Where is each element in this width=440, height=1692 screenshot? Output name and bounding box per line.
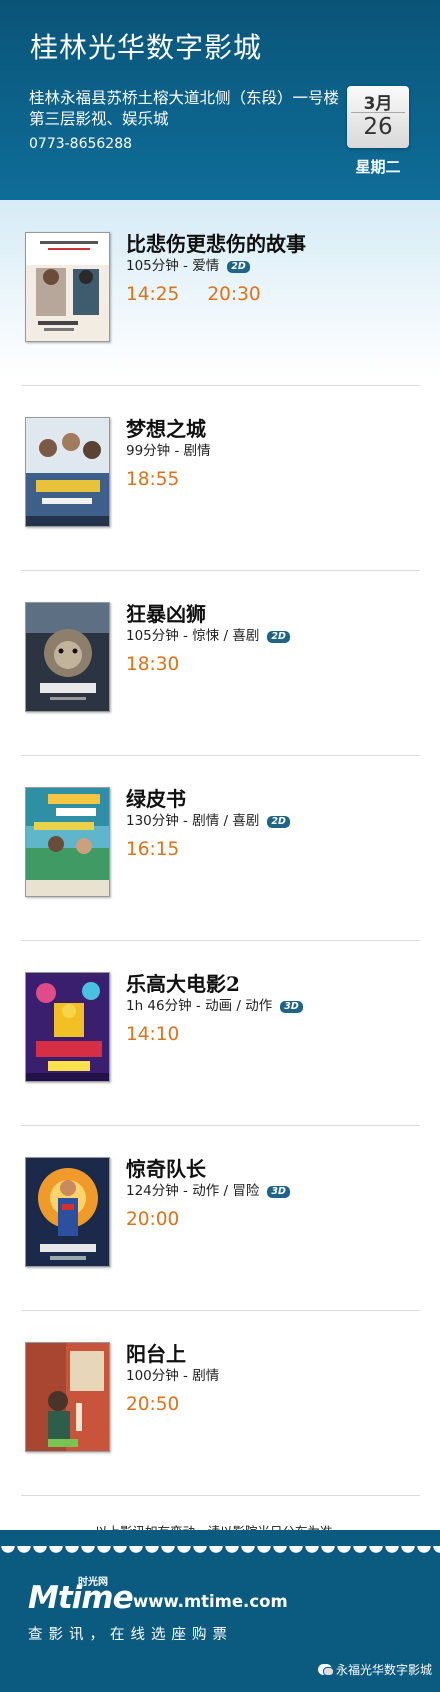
- wechat-account-name: 永福光华数字影城: [336, 1663, 433, 1677]
- movie-title[interactable]: 绿皮书: [126, 783, 186, 812]
- movie-meta: 105分钟 - 惊悚 / 喜剧 2D: [126, 624, 290, 644]
- showtime[interactable]: 20:00: [126, 1209, 179, 1230]
- movie-item[interactable]: 梦想之城 99分钟 - 剧情 18:55: [0, 417, 440, 602]
- movie-title[interactable]: 阳台上: [126, 1338, 186, 1367]
- movie-item[interactable]: 狂暴凶狮 105分钟 - 惊悚 / 喜剧 2D 18:30: [0, 602, 440, 787]
- date-weekday: 星期二: [355, 158, 401, 176]
- showtime[interactable]: 18:30: [126, 654, 179, 675]
- format-badge: 2D: [267, 816, 290, 828]
- divider: [21, 1310, 420, 1311]
- movie-duration-genre: 100分钟 - 剧情: [126, 1368, 220, 1384]
- cinema-header: 桂林光华数字影城 桂林永福县苏桥土榕大道北侧（东段）一号楼第三层影视、娱乐城 0…: [0, 0, 440, 200]
- showtimes: 14:25 20:30: [126, 284, 289, 305]
- showtime[interactable]: 14:25: [126, 284, 179, 305]
- movie-title[interactable]: 狂暴凶狮: [126, 598, 206, 627]
- movie-poster[interactable]: [25, 972, 110, 1082]
- movie-item[interactable]: 阳台上 100分钟 - 剧情 20:50: [0, 1342, 440, 1527]
- cinema-address: 桂林永福县苏桥土榕大道北侧（东段）一号楼第三层影视、娱乐城: [29, 89, 340, 128]
- logo-subtext: 时光网: [78, 1577, 108, 1588]
- movie-meta: 100分钟 - 剧情: [126, 1364, 219, 1384]
- movie-poster[interactable]: [25, 787, 110, 897]
- showtimes: 18:30: [126, 654, 207, 675]
- format-badge: 2D: [227, 261, 250, 273]
- wechat-account: 永福光华数字影城: [318, 1661, 432, 1678]
- format-badge: 3D: [280, 1001, 303, 1013]
- showtime[interactable]: 20:50: [126, 1394, 179, 1415]
- movie-title[interactable]: 乐高大电影2: [126, 968, 240, 997]
- movie-item[interactable]: 惊奇队长 124分钟 - 动作 / 冒险 3D 20:00: [0, 1157, 440, 1342]
- showtime[interactable]: 16:15: [126, 839, 179, 860]
- movie-title[interactable]: 梦想之城: [126, 413, 206, 442]
- format-badge: 2D: [267, 631, 290, 643]
- movie-poster[interactable]: [25, 1342, 110, 1452]
- movie-title[interactable]: 比悲伤更悲伤的故事: [126, 228, 306, 257]
- movie-duration-genre: 105分钟 - 惊悚 / 喜剧: [126, 628, 260, 644]
- movie-item[interactable]: 比悲伤更悲伤的故事 105分钟 - 爱情 2D 14:25 20:30: [0, 232, 440, 417]
- showtimes: 14:10: [126, 1024, 207, 1045]
- footer-slogan: 查影讯，在线选座购票: [28, 1627, 233, 1643]
- movie-meta: 105分钟 - 爱情 2D: [126, 254, 250, 274]
- mtime-logo[interactable]: Mtime 时光网: [28, 1576, 134, 1616]
- movie-item[interactable]: 乐高大电影2 1h 46分钟 - 动画 / 动作 3D 14:10: [0, 972, 440, 1157]
- movie-title[interactable]: 惊奇队长: [126, 1153, 206, 1182]
- date-month: 3月: [363, 94, 393, 114]
- movie-duration-genre: 99分钟 - 剧情: [126, 443, 211, 459]
- movie-duration-genre: 1h 46分钟 - 动画 / 动作: [126, 998, 273, 1014]
- movie-item[interactable]: 绿皮书 130分钟 - 剧情 / 喜剧 2D 16:15: [0, 787, 440, 972]
- movie-poster[interactable]: [25, 602, 110, 712]
- calendar-icon: 3月 26: [347, 86, 409, 148]
- movie-poster[interactable]: [25, 417, 110, 527]
- wechat-icon: [318, 1664, 334, 1676]
- movie-meta: 130分钟 - 剧情 / 喜剧 2D: [126, 809, 290, 829]
- divider: [21, 755, 420, 756]
- movie-poster[interactable]: [25, 232, 110, 342]
- site-url-link[interactable]: www.mtime.com: [133, 1592, 288, 1611]
- cinema-name: 桂林光华数字影城: [30, 31, 263, 64]
- cinema-phone[interactable]: 0773-8656288: [29, 136, 132, 152]
- movie-meta: 1h 46分钟 - 动画 / 动作 3D: [126, 994, 303, 1014]
- divider: [21, 940, 420, 941]
- movie-duration-genre: 130分钟 - 剧情 / 喜剧: [126, 813, 260, 829]
- showtimes: 20:50: [126, 1394, 207, 1415]
- movie-meta: 124分钟 - 动作 / 冒险 3D: [126, 1179, 290, 1199]
- showtime[interactable]: 20:30: [207, 284, 260, 305]
- movie-duration-genre: 124分钟 - 动作 / 冒险: [126, 1183, 260, 1199]
- showtimes: 16:15: [126, 839, 207, 860]
- format-badge: 3D: [267, 1186, 290, 1198]
- divider: [21, 385, 420, 386]
- showtime[interactable]: 18:55: [126, 469, 179, 490]
- divider: [21, 1495, 420, 1496]
- calendar-divider: [351, 112, 405, 113]
- date-day: 26: [363, 114, 393, 140]
- showtimes: 20:00: [126, 1209, 207, 1230]
- showtime[interactable]: 14:10: [126, 1024, 179, 1045]
- movie-poster[interactable]: [25, 1157, 110, 1267]
- divider: [21, 570, 420, 571]
- ticket-edge-bottom: [0, 1546, 440, 1570]
- showtimes: 18:55: [126, 469, 207, 490]
- movie-meta: 99分钟 - 剧情: [126, 439, 211, 459]
- movie-duration-genre: 105分钟 - 爱情: [126, 258, 220, 274]
- divider: [21, 1125, 420, 1126]
